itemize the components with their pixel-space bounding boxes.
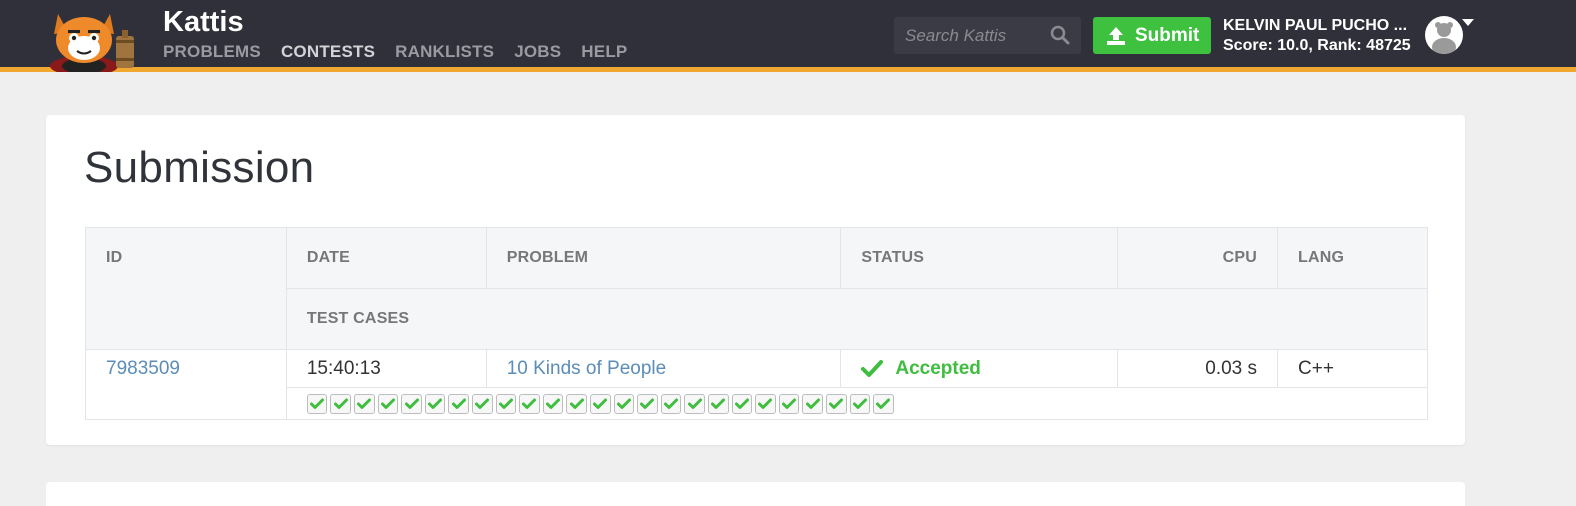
test-case-passed-icon[interactable] [472,393,493,414]
avatar[interactable] [1425,16,1463,54]
col-date: DATE [285,227,487,289]
main-nav: PROBLEMS CONTESTS RANKLISTS JOBS HELP [163,42,627,62]
submission-id-link[interactable]: 7983509 [106,358,180,379]
submission-problem-cell: 10 Kinds of People [485,349,842,388]
test-case-passed-icon[interactable] [637,393,658,414]
site-brand[interactable]: Kattis [163,6,244,39]
test-case-passed-icon[interactable] [448,393,469,414]
upload-icon [1106,26,1126,46]
nav-ranklists[interactable]: RANKLISTS [395,42,494,62]
col-cpu: CPU [1117,227,1279,289]
status-badge: Accepted [861,358,1097,380]
col-id: ID [85,227,287,350]
test-case-passed-icon[interactable] [495,393,517,414]
test-case-passed-icon[interactable] [873,393,894,414]
nav-problems[interactable]: PROBLEMS [163,42,261,62]
test-case-passed-icon[interactable] [377,393,399,414]
submission-date: 15:40:13 [285,349,487,388]
test-case-list [306,393,1407,414]
submit-button[interactable]: Submit [1093,17,1211,54]
test-case-passed-icon[interactable] [660,393,682,414]
submission-cpu: 0.03 s [1117,349,1279,388]
submission-table: ID DATE PROBLEM STATUS CPU LANG TEST CAS… [85,227,1429,420]
submission-status-cell: Accepted [840,349,1119,388]
status-text: Accepted [895,357,981,379]
test-case-passed-icon[interactable] [802,393,823,414]
test-case-passed-icon[interactable] [566,393,587,414]
table-header-row: ID DATE PROBLEM STATUS CPU LANG [85,227,1428,350]
user-stats: Score: 10.0, Rank: 48725 [1223,37,1411,54]
top-navbar: Kattis PROBLEMS CONTESTS RANKLISTS JOBS … [0,0,1576,76]
table-subheader-row: TEST CASES [86,288,1429,350]
test-case-passed-icon[interactable] [755,393,776,414]
kattis-logo[interactable] [46,6,148,76]
nav-jobs[interactable]: JOBS [514,42,561,62]
user-info[interactable]: KELVIN PAUL PUCHO ... Score: 10.0, Rank:… [1223,16,1411,56]
search-input[interactable] [894,17,1044,54]
test-case-passed-icon[interactable] [849,393,871,414]
problem-link[interactable]: 10 Kinds of People [507,358,667,379]
col-problem: PROBLEM [485,227,842,289]
page-title: Submission [84,143,315,192]
submission-id-cell: 7983509 [85,349,287,420]
test-case-passed-icon[interactable] [519,393,540,414]
test-case-passed-icon[interactable] [542,393,564,414]
test-case-passed-icon[interactable] [731,393,753,414]
test-case-passed-icon[interactable] [424,393,446,414]
test-cases-row [86,387,1429,420]
test-case-passed-icon[interactable] [778,393,800,414]
search-box [894,17,1081,54]
search-icon[interactable] [1050,25,1070,45]
test-case-passed-icon[interactable] [825,393,847,414]
submit-label: Submit [1135,24,1200,46]
secondary-card [46,482,1465,506]
test-case-passed-icon[interactable] [330,393,352,414]
test-case-passed-icon[interactable] [684,393,705,414]
user-name: KELVIN PAUL PUCHO ... [1223,17,1408,34]
nav-help[interactable]: HELP [581,42,627,62]
test-case-passed-icon[interactable] [401,393,422,414]
user-menu-caret-icon[interactable] [1462,19,1474,26]
test-case-passed-icon[interactable] [707,393,729,414]
nav-contests[interactable]: CONTESTS [281,42,375,62]
test-case-passed-icon[interactable] [306,393,328,414]
table-row: 7983509 15:40:13 10 Kinds of People Acce… [85,349,1428,420]
col-test-cases: TEST CASES [285,288,1429,350]
test-cases-cell [285,387,1429,420]
test-case-passed-icon[interactable] [589,393,611,414]
submission-lang: C++ [1277,349,1428,388]
col-lang: LANG [1277,227,1428,289]
test-case-passed-icon[interactable] [354,393,375,414]
col-status: STATUS [840,227,1119,289]
submission-card: Submission ID DATE PROBLEM STATUS CPU LA… [46,115,1465,445]
test-case-passed-icon[interactable] [613,393,635,414]
checkmark-icon [861,359,884,377]
